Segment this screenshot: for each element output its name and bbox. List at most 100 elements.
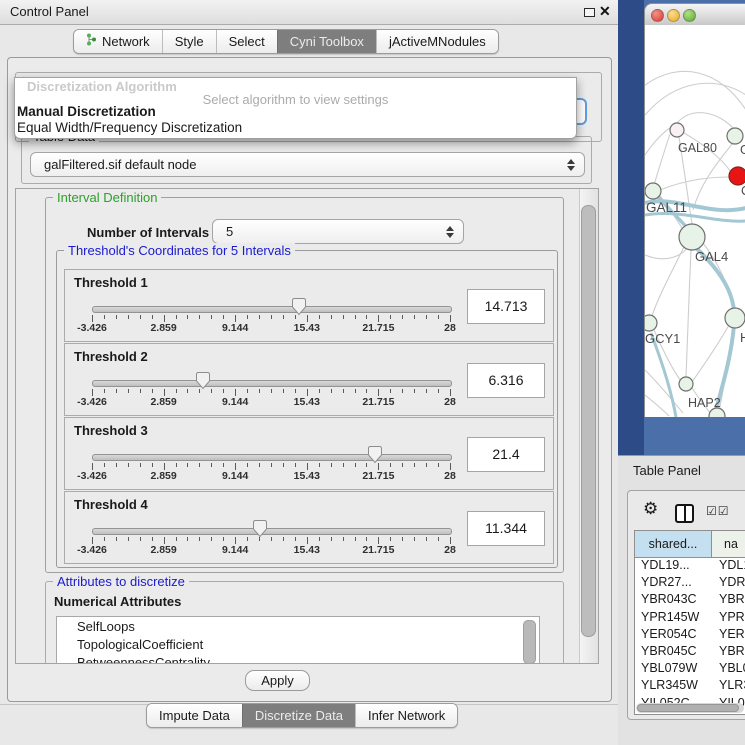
minor-tick: [116, 315, 117, 319]
table-row[interactable]: YLR345WYLR34: [635, 678, 745, 695]
minor-tick: [343, 315, 344, 319]
threshold-slider-handle[interactable]: [195, 371, 211, 391]
tab-select[interactable]: Select: [216, 30, 277, 53]
table-row[interactable]: YDR27...YDR27: [635, 575, 745, 592]
gear-icon[interactable]: ⚙: [643, 499, 658, 519]
table-row[interactable]: YBR043CYBR04: [635, 592, 745, 609]
apply-button[interactable]: Apply: [245, 670, 310, 691]
major-tick: [92, 463, 93, 470]
threshold-value-field[interactable]: 11.344: [467, 511, 545, 546]
tab-label: jActiveMNodules: [389, 30, 486, 53]
minor-tick: [390, 389, 391, 393]
float-window-icon[interactable]: [584, 8, 595, 17]
settings-scrollbar-thumb[interactable]: [581, 205, 596, 637]
numerical-attributes-label: Numerical Attributes: [54, 594, 181, 609]
threshold-value-field[interactable]: 6.316: [467, 363, 545, 398]
application-window: Control Panel ✕ NetworkStyleSelectCyni T…: [0, 0, 745, 745]
close-panel-icon[interactable]: ✕: [599, 3, 611, 20]
threshold-slider-handle[interactable]: [252, 519, 268, 539]
column-selector-icon[interactable]: [675, 504, 694, 523]
tick-label: 15.43: [272, 470, 342, 482]
threshold-value-field[interactable]: 21.4: [467, 437, 545, 472]
attribute-list-item[interactable]: TopologicalCoefficient: [57, 635, 539, 653]
table-header-row: shared... na: [635, 531, 745, 558]
tab-style[interactable]: Style: [162, 30, 216, 53]
attributes-list-scrollbar[interactable]: [523, 620, 536, 664]
threshold-slider-handle[interactable]: [367, 445, 383, 465]
table-row[interactable]: YBL079WYBL07: [635, 661, 745, 678]
zoom-traffic-light-icon[interactable]: [683, 9, 696, 22]
cell-name: YDR27: [711, 575, 745, 592]
cell-shared-name: YBR043C: [635, 592, 711, 609]
minor-tick: [319, 463, 320, 467]
minor-tick: [271, 315, 272, 319]
column-header-name[interactable]: na: [712, 531, 745, 557]
threshold-value-field[interactable]: 14.713: [467, 289, 545, 324]
minor-tick: [414, 389, 415, 393]
threshold-slider-track[interactable]: [92, 454, 452, 461]
algorithm-item-equal-width[interactable]: Equal Width/Frequency Discretization: [17, 120, 242, 135]
label-c: C: [741, 184, 745, 198]
minor-tick: [152, 537, 153, 541]
tick-label: 21.715: [343, 322, 413, 334]
node-gal80: [670, 123, 684, 137]
tab-discretize-data[interactable]: Discretize Data: [242, 704, 355, 727]
node-hap2: [679, 377, 693, 391]
tab-network[interactable]: Network: [74, 30, 162, 53]
minor-tick: [426, 537, 427, 541]
minor-tick: [402, 537, 403, 541]
threshold-box-4: Threshold 4-3.4262.8599.14415.4321.71528…: [64, 491, 554, 564]
table-data-combobox[interactable]: galFiltered.sif default node: [30, 152, 585, 177]
minor-tick: [355, 463, 356, 467]
checkbox-icons[interactable]: ☑☑: [706, 504, 730, 518]
minor-tick: [319, 389, 320, 393]
tick-label: 15.43: [272, 322, 342, 334]
tab-jactivemnodules[interactable]: jActiveMNodules: [376, 30, 498, 53]
threshold-slider-track[interactable]: [92, 306, 452, 313]
label-gal80: GAL80: [678, 141, 717, 155]
network-canvas[interactable]: GAL80 G C GAL11 GAL4 GCY1 H HAP2: [644, 25, 745, 417]
tab-infer-network[interactable]: Infer Network: [355, 704, 457, 727]
table-hscrollbar-track[interactable]: [636, 703, 744, 713]
tab-label: Discretize Data: [255, 704, 343, 727]
minor-tick: [438, 389, 439, 393]
table-row[interactable]: YBR045CYBR04: [635, 644, 745, 661]
threshold-label: Threshold 3: [74, 423, 148, 438]
number-of-intervals-combobox[interactable]: 5: [212, 219, 464, 244]
minor-tick: [211, 315, 212, 319]
major-tick: [378, 389, 379, 396]
tab-label: Network: [102, 30, 150, 53]
network-window-titlebar[interactable]: [644, 3, 745, 27]
minor-tick: [116, 389, 117, 393]
close-traffic-light-icon[interactable]: [651, 9, 664, 22]
table-row[interactable]: YPR145WYPR14: [635, 610, 745, 627]
minor-tick: [128, 315, 129, 319]
table-row[interactable]: YER054CYER05: [635, 627, 745, 644]
minor-tick: [283, 463, 284, 467]
minor-tick: [128, 537, 129, 541]
tick-label: -3.426: [57, 544, 127, 556]
settings-scrollbar-track[interactable]: [579, 189, 598, 663]
cell-name: YBL07: [711, 661, 745, 678]
tab-impute-data[interactable]: Impute Data: [147, 704, 242, 727]
minor-tick: [271, 463, 272, 467]
column-header-shared[interactable]: shared...: [635, 531, 712, 557]
minor-tick: [414, 463, 415, 467]
cell-shared-name: YBL079W: [635, 661, 711, 678]
tab-cyni-toolbox[interactable]: Cyni Toolbox: [277, 30, 376, 53]
cell-shared-name: YER054C: [635, 627, 711, 644]
major-tick: [307, 463, 308, 470]
table-hscrollbar-thumb[interactable]: [637, 704, 739, 712]
major-tick: [450, 537, 451, 544]
minor-tick: [199, 463, 200, 467]
threshold-slider-track[interactable]: [92, 380, 452, 387]
algorithm-item-manual[interactable]: Manual Discretization: [17, 104, 156, 119]
tick-label: 21.715: [343, 396, 413, 408]
threshold-slider-handle[interactable]: [291, 297, 307, 317]
attribute-list-item[interactable]: BetweennessCentrality: [57, 653, 539, 664]
table-row[interactable]: YDL19...YDL19: [635, 558, 745, 575]
threshold-slider-track[interactable]: [92, 528, 452, 535]
major-tick: [92, 389, 93, 396]
attribute-list-item[interactable]: SelfLoops: [57, 617, 539, 635]
minimize-traffic-light-icon[interactable]: [667, 9, 680, 22]
